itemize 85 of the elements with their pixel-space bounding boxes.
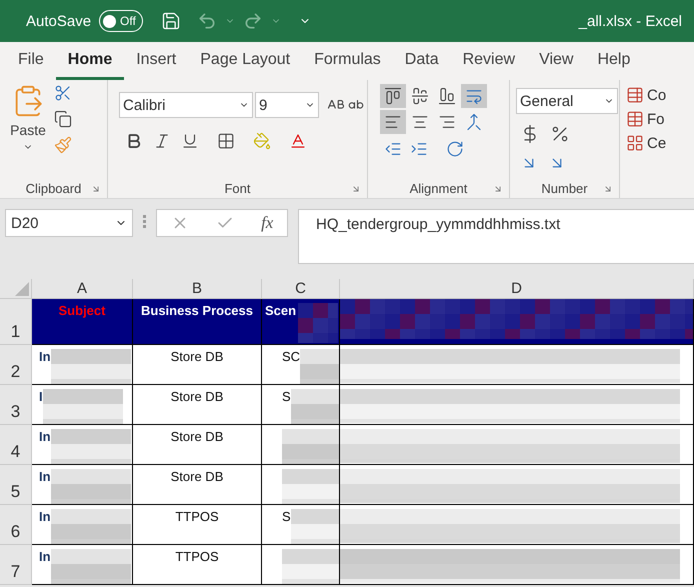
header-cell: Business Process — [140, 303, 253, 318]
launcher-icon[interactable] — [493, 184, 503, 194]
ribbon-tab[interactable]: Help — [585, 51, 642, 80]
launcher-icon[interactable] — [351, 184, 361, 194]
table-icon — [626, 134, 644, 152]
scissors-icon[interactable] — [54, 84, 72, 102]
table-cell: In — [39, 509, 51, 524]
autosave-toggle[interactable]: Off — [99, 10, 143, 32]
align-left-icon — [384, 113, 402, 131]
align-right-icon — [438, 113, 456, 131]
table-cell: Store DB — [170, 469, 224, 484]
top-align-icon — [384, 87, 402, 105]
table-cell: S — [282, 389, 291, 404]
row-header[interactable]: 2 — [0, 345, 32, 385]
underline-icon[interactable] — [181, 132, 199, 150]
ribbon-tab[interactable]: Formulas — [302, 51, 393, 80]
table-cell: In — [39, 349, 51, 364]
increase-indent-icon[interactable] — [410, 140, 428, 158]
table-cell: In — [39, 429, 51, 444]
styles-button[interactable]: Fo — [626, 110, 674, 128]
column-header[interactable]: A — [32, 279, 133, 299]
top-align-button[interactable] — [380, 84, 406, 108]
styles-button[interactable]: Co — [626, 86, 674, 104]
align-left-button[interactable] — [380, 110, 406, 134]
row-header[interactable]: 7 — [0, 545, 32, 585]
row-header[interactable]: 1 — [0, 299, 32, 345]
table-cell: Store DB — [170, 389, 224, 404]
ribbon-tab[interactable]: View — [527, 51, 586, 80]
table-cell: Store DB — [170, 429, 224, 444]
ribbon-tab[interactable]: Insert — [124, 51, 188, 80]
ribbon-tab[interactable]: Review — [450, 51, 528, 80]
font-size-field[interactable]: 9 — [255, 92, 319, 118]
row-header[interactable]: 3 — [0, 385, 32, 425]
redaction-mosaic — [298, 303, 338, 343]
name-box[interactable]: D20 — [5, 209, 133, 237]
percent-icon[interactable] — [550, 124, 570, 144]
ribbon-tab[interactable]: File — [6, 51, 56, 80]
table-cell: Store DB — [170, 349, 224, 364]
copy-icon[interactable] — [54, 110, 72, 128]
save-icon[interactable] — [160, 11, 181, 31]
redo-icon[interactable] — [242, 11, 263, 31]
wrap-text-icon — [465, 87, 483, 105]
table-cell: In — [39, 549, 51, 564]
autosave-label: AutoSave — [26, 12, 92, 30]
launcher-icon[interactable] — [603, 184, 613, 194]
header-cell: Scen — [265, 303, 296, 318]
column-header[interactable]: B — [133, 279, 262, 299]
table-cell: TTPOS — [175, 549, 219, 564]
orientation-icon[interactable] — [446, 140, 464, 158]
group-label: Number — [541, 180, 588, 196]
launcher-icon[interactable] — [91, 184, 101, 194]
middle-align-icon — [411, 87, 429, 105]
table-cell: SC — [282, 349, 300, 364]
row-header[interactable]: 5 — [0, 465, 32, 505]
undo-icon[interactable] — [196, 11, 217, 31]
font-name-field[interactable]: Calibri — [119, 92, 253, 118]
window-title: _all.xlsx - Excel — [578, 12, 682, 30]
align-center-icon — [411, 113, 429, 131]
group-label: Font — [224, 180, 250, 196]
decrease-indent-icon[interactable] — [384, 140, 402, 158]
row-header[interactable]: 6 — [0, 505, 32, 545]
column-header[interactable]: D — [340, 279, 694, 299]
group-label: Clipboard — [26, 180, 82, 196]
font-color-icon[interactable] — [289, 132, 307, 150]
fill-color-icon[interactable] — [253, 132, 271, 150]
row-header[interactable]: 4 — [0, 425, 32, 465]
paste-button[interactable]: Paste — [6, 84, 50, 178]
insert-function-button[interactable]: fx — [261, 213, 274, 233]
borders-icon[interactable] — [217, 132, 235, 150]
bottom-align-icon — [438, 87, 456, 105]
merge-icon — [465, 113, 483, 131]
ribbon-tab[interactable]: Data — [392, 51, 451, 80]
group-label: Alignment — [410, 180, 468, 196]
table-cell: In — [39, 469, 51, 484]
column-header[interactable]: C — [262, 279, 340, 299]
header-cell: Subject — [58, 303, 106, 318]
ribbon-tab[interactable]: Page Layout — [188, 51, 302, 80]
table-cell: I — [39, 389, 43, 404]
styles-button[interactable]: Ce — [626, 134, 674, 152]
table-cell: S — [282, 509, 291, 524]
formula-field[interactable]: HQ_tendergroup_yymmddhhmiss.txt — [298, 209, 694, 264]
table-icon — [626, 86, 644, 104]
table-cell: TTPOS — [175, 509, 219, 524]
table-icon — [626, 110, 644, 128]
number-format-field[interactable]: General — [516, 88, 618, 114]
